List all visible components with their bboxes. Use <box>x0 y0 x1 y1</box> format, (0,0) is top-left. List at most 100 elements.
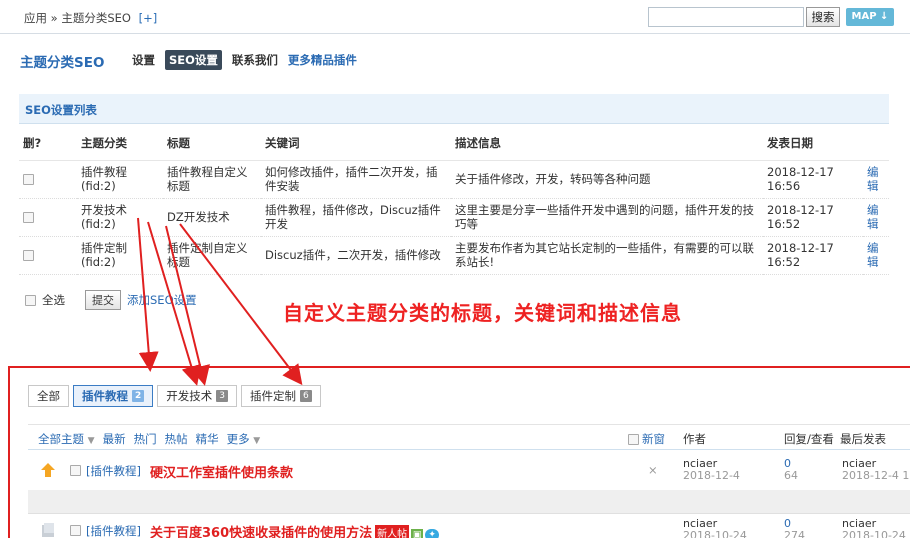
title-value[interactable]: 插件定制自定义标题 <box>163 236 261 275</box>
new-user-badge: 新人帖 <box>375 525 410 538</box>
category-tabs: 全部 插件教程 2 开发技术 3 插件定制 6 <box>28 385 321 407</box>
time-value: 16:56 <box>767 179 801 193</box>
tab-count: 3 <box>216 390 228 402</box>
thread-category[interactable]: [插件教程] <box>86 463 141 479</box>
tab-label: 插件教程 <box>82 389 128 403</box>
submit-button[interactable]: 提交 <box>85 290 121 310</box>
page-title: 主题分类SEO <box>20 55 105 71</box>
last-date: 2018-10-24 1 <box>842 529 910 538</box>
nav-settings[interactable]: 设置 <box>132 52 155 68</box>
tab-count: 2 <box>132 390 145 402</box>
col-delete: 删? <box>19 126 77 161</box>
plugin-nav: 设置 SEO设置 联系我们 更多精品插件 <box>132 50 357 70</box>
table-footer: 全选 提交 添加SEO设置 <box>25 290 197 310</box>
category-name: 开发技术 <box>81 203 127 217</box>
select-all-label[interactable]: 全选 <box>42 292 65 308</box>
tab-count: 6 <box>300 390 312 402</box>
view-count: 64 <box>784 469 798 482</box>
delete-checkbox[interactable] <box>23 250 34 261</box>
title-value[interactable]: DZ开发技术 <box>163 198 261 237</box>
table-row: 开发技术 (fid:2) DZ开发技术 插件教程，插件修改，Discuz插件开发 … <box>19 198 889 237</box>
view-count: 274 <box>784 529 805 538</box>
col-author: 作者 <box>683 432 706 446</box>
category-fid: (fid:2) <box>81 217 116 231</box>
title-value[interactable]: 插件教程自定义标题 <box>163 160 261 199</box>
thread-title[interactable]: 硬汉工作室插件使用条款 <box>150 462 293 481</box>
hot-icon: ✦ <box>425 529 440 538</box>
chevron-down-icon: ▼ <box>253 436 261 446</box>
section-title: SEO设置列表 <box>25 103 97 117</box>
col-description: 描述信息 <box>451 126 763 161</box>
separator-strip <box>28 490 910 514</box>
tab-label: 全部 <box>37 389 60 403</box>
new-window-checkbox[interactable] <box>628 433 639 445</box>
close-icon[interactable]: × <box>648 463 658 477</box>
col-title: 标题 <box>163 126 261 161</box>
pinned-up-arrow-icon <box>41 463 55 477</box>
filter-hot[interactable]: 热门 <box>134 431 157 447</box>
thread-list-header: 全部主题 ▼ 最新 热门 热帖 精华 更多 ▼ 新窗 作者 回复/查看 最后发表 <box>28 424 910 450</box>
new-window-toggle[interactable]: 新窗 <box>628 431 665 447</box>
filter-latest[interactable]: 最新 <box>103 431 126 447</box>
col-replies: 回复/查看 <box>784 432 834 446</box>
category-fid: (fid:2) <box>81 255 116 269</box>
keywords-value[interactable]: 如何修改插件，插件二次开发，插件安装 <box>261 160 451 199</box>
search-button[interactable]: 搜索 <box>806 7 840 27</box>
image-icon: ▣ <box>411 529 424 538</box>
thread-category[interactable]: [插件教程] <box>86 523 141 538</box>
date-value: 2018-12-17 <box>767 241 834 255</box>
seo-table: 删? 主题分类 标题 关键词 描述信息 发表日期 插件教程 (fid:2) 插件教… <box>19 126 889 275</box>
tab-label: 开发技术 <box>166 389 213 403</box>
category-name: 插件教程 <box>81 165 127 179</box>
annotation-text: 自定义主题分类的标题，关键词和描述信息 <box>283 301 682 325</box>
thread-row[interactable]: [插件教程] 硬汉工作室插件使用条款 × nciaer 2018-12-4 0 64… <box>28 452 910 492</box>
edit-link[interactable]: 编辑 <box>863 198 889 237</box>
table-row: 插件教程 (fid:2) 插件教程自定义标题 如何修改插件，插件二次开发，插件安装… <box>19 160 889 199</box>
keywords-value[interactable]: Discuz插件，二次开发，插件修改 <box>261 236 451 275</box>
table-row: 插件定制 (fid:2) 插件定制自定义标题 Discuz插件，二次开发，插件修改… <box>19 236 889 275</box>
filter-hot-posts[interactable]: 热帖 <box>165 431 188 447</box>
breadcrumb: 应用 » 主题分类SEO [+] <box>24 10 157 26</box>
description-value[interactable]: 关于插件修改，开发，转码等各种问题 <box>451 160 763 199</box>
keywords-value[interactable]: 插件教程，插件修改，Discuz插件开发 <box>261 198 451 237</box>
filter-all-threads[interactable]: 全部主题 ▼ <box>38 431 95 447</box>
nav-more-plugins[interactable]: 更多精品插件 <box>288 52 357 68</box>
tab-plugin-tutorial[interactable]: 插件教程 2 <box>73 385 154 407</box>
thread-title[interactable]: 关于百度360快速收录插件的使用方法 新人帖 ▣ ✦ <box>150 522 440 538</box>
edit-link[interactable]: 编辑 <box>863 236 889 275</box>
tab-plugin-custom[interactable]: 插件定制 6 <box>241 385 321 407</box>
nav-contact[interactable]: 联系我们 <box>232 52 278 68</box>
filter-digest[interactable]: 精华 <box>196 431 219 447</box>
edit-link[interactable]: 编辑 <box>863 160 889 199</box>
select-all-checkbox[interactable] <box>25 294 36 306</box>
delete-checkbox[interactable] <box>23 212 34 223</box>
thread-row[interactable]: [插件教程] 关于百度360快速收录插件的使用方法 新人帖 ▣ ✦ nciaer 201… <box>28 512 910 538</box>
time-value: 16:52 <box>767 255 801 269</box>
col-category: 主题分类 <box>77 126 163 161</box>
last-date: 2018-12-4 13 <box>842 469 910 482</box>
time-value: 16:52 <box>767 217 801 231</box>
thread-checkbox[interactable] <box>70 525 81 536</box>
date-value: 2018-12-17 <box>767 165 834 179</box>
category-name: 插件定制 <box>81 241 127 255</box>
search-input[interactable] <box>648 7 804 27</box>
date-value: 2018-12-17 <box>767 203 834 217</box>
description-value[interactable]: 这里主要是分享一些插件开发中遇到的问题，插件开发的技巧等 <box>451 198 763 237</box>
add-seo-link[interactable]: 添加SEO设置 <box>127 292 197 308</box>
chevron-down-icon: ▼ <box>87 436 95 446</box>
delete-checkbox[interactable] <box>23 174 34 185</box>
new-window-label: 新窗 <box>642 432 665 446</box>
col-edit <box>863 126 889 161</box>
tab-all[interactable]: 全部 <box>28 385 69 407</box>
thread-date: 2018-10-24 <box>683 529 747 538</box>
document-icon <box>42 523 54 537</box>
tab-label: 插件定制 <box>250 389 296 403</box>
thread-checkbox[interactable] <box>70 465 81 476</box>
tab-dev-tech[interactable]: 开发技术 3 <box>157 385 237 407</box>
filter-more[interactable]: 更多 ▼ <box>227 431 261 447</box>
section-header: SEO设置列表 <box>19 94 889 124</box>
map-button[interactable]: MAP ↓ <box>846 8 894 26</box>
add-shortcut-link[interactable]: [+] <box>139 11 158 25</box>
nav-seo-settings[interactable]: SEO设置 <box>165 50 222 70</box>
description-value[interactable]: 主要发布作者为其它站长定制的一些插件，有需要的可以联系站长! <box>451 236 763 275</box>
